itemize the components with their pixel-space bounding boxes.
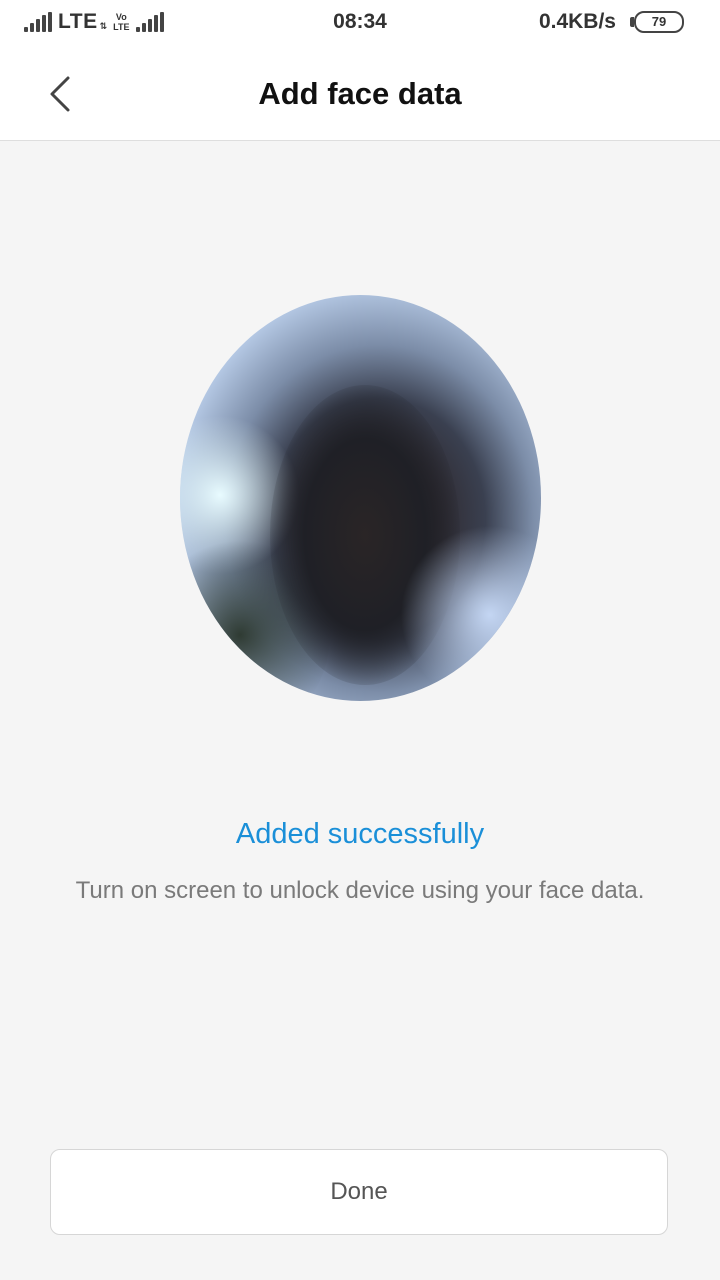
battery-icon: 79 <box>630 11 684 33</box>
done-button[interactable]: Done <box>50 1149 668 1235</box>
app-bar: Add face data <box>0 46 720 141</box>
page-title: Add face data <box>258 76 462 111</box>
screen: LTE ⇅ Vo LTE 08:34 0.4KB/s 79 Add face d… <box>0 0 720 1280</box>
success-message: Added successfully <box>235 818 485 850</box>
description-text: Turn on screen to unlock device using yo… <box>75 877 645 904</box>
network-speed: 0.4KB/s <box>538 10 616 33</box>
battery-level: 79 <box>651 14 667 29</box>
status-right: 0.4KB/s 79 <box>539 10 684 34</box>
status-bar: LTE ⇅ Vo LTE 08:34 0.4KB/s 79 <box>0 0 720 46</box>
face-preview-image <box>180 295 541 701</box>
